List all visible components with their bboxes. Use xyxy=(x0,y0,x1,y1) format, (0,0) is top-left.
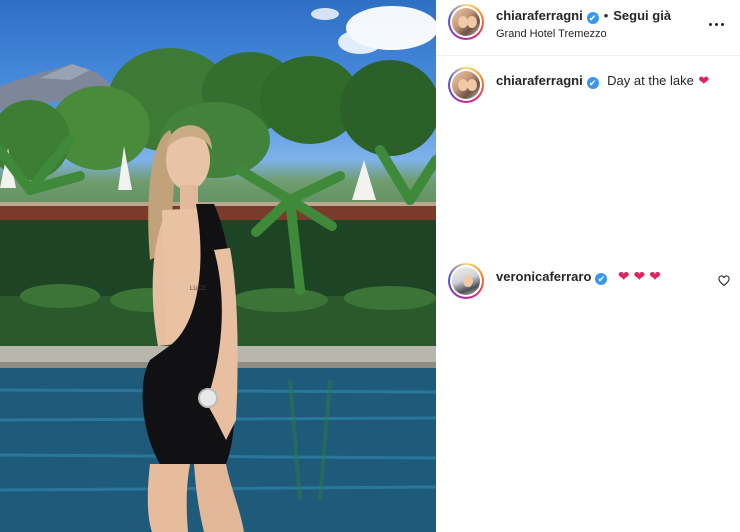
more-options-icon[interactable] xyxy=(706,14,726,34)
verified-badge-icon: ✔ xyxy=(586,12,599,24)
comment-username[interactable]: veronicaferraro xyxy=(496,269,591,284)
caption-username[interactable]: chiaraferragni xyxy=(496,73,583,88)
post-details-panel: chiaraferragni ✔ • Segui già Grand Hotel Tr… xyxy=(436,0,740,532)
commenter-avatar[interactable] xyxy=(448,263,484,299)
comment-text: ❤ ❤ ❤ xyxy=(617,268,661,284)
heart-emoji-icon: ❤ xyxy=(698,73,710,88)
caption-text: Day at the lake xyxy=(607,73,694,88)
author-avatar[interactable] xyxy=(448,4,484,40)
heart-outline-icon[interactable] xyxy=(718,274,730,292)
author-username[interactable]: chiaraferragni xyxy=(496,8,583,23)
post-photo[interactable]: LUCE xyxy=(0,0,436,532)
caption-avatar[interactable] xyxy=(448,67,484,103)
separator-dot: • xyxy=(603,8,609,23)
verified-badge-icon: ✔ xyxy=(586,77,599,89)
post-header: chiaraferragni ✔ • Segui già Grand Hotel Tr… xyxy=(436,0,740,56)
tattoo-text: LUCE xyxy=(190,286,206,292)
following-button[interactable]: Segui già xyxy=(613,8,671,23)
verified-badge-icon: ✔ xyxy=(595,273,608,285)
post-location[interactable]: Grand Hotel Tremezzo xyxy=(496,28,607,40)
photo-scene: LUCE xyxy=(0,6,436,532)
